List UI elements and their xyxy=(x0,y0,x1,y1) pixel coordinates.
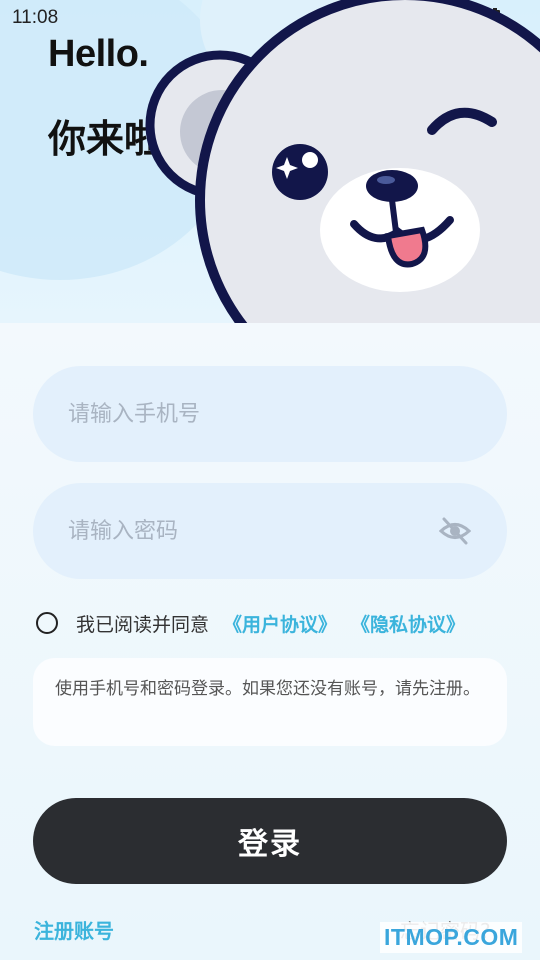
phone-input[interactable] xyxy=(66,400,430,428)
header-banner: 11:08 Hello. 你来啦 xyxy=(0,0,540,323)
register-link[interactable]: 注册账号 xyxy=(34,915,114,944)
bear-mascot-illustration xyxy=(145,0,540,323)
password-field[interactable] xyxy=(33,483,507,579)
agreement-row: 我已阅读并同意 《用户协议》 《隐私协议》 xyxy=(36,608,465,638)
watermark: ITMOP.COM xyxy=(380,922,523,953)
agree-checkbox[interactable] xyxy=(36,612,58,634)
greeting-title: Hello. xyxy=(48,33,149,75)
phone-field[interactable] xyxy=(33,366,507,462)
agreement-text: 我已阅读并同意 xyxy=(76,613,210,636)
login-button[interactable]: 登录 xyxy=(33,798,507,884)
status-time: 11:08 xyxy=(12,7,59,28)
user-agreement-link[interactable]: 《用户协议》 xyxy=(223,610,337,637)
privacy-policy-link[interactable]: 《隐私协议》 xyxy=(351,610,465,637)
hide-password-icon[interactable] xyxy=(438,516,472,546)
password-input[interactable] xyxy=(66,517,430,545)
login-hint: 使用手机号和密码登录。如果您还没有账号，请先注册。 xyxy=(33,658,507,746)
